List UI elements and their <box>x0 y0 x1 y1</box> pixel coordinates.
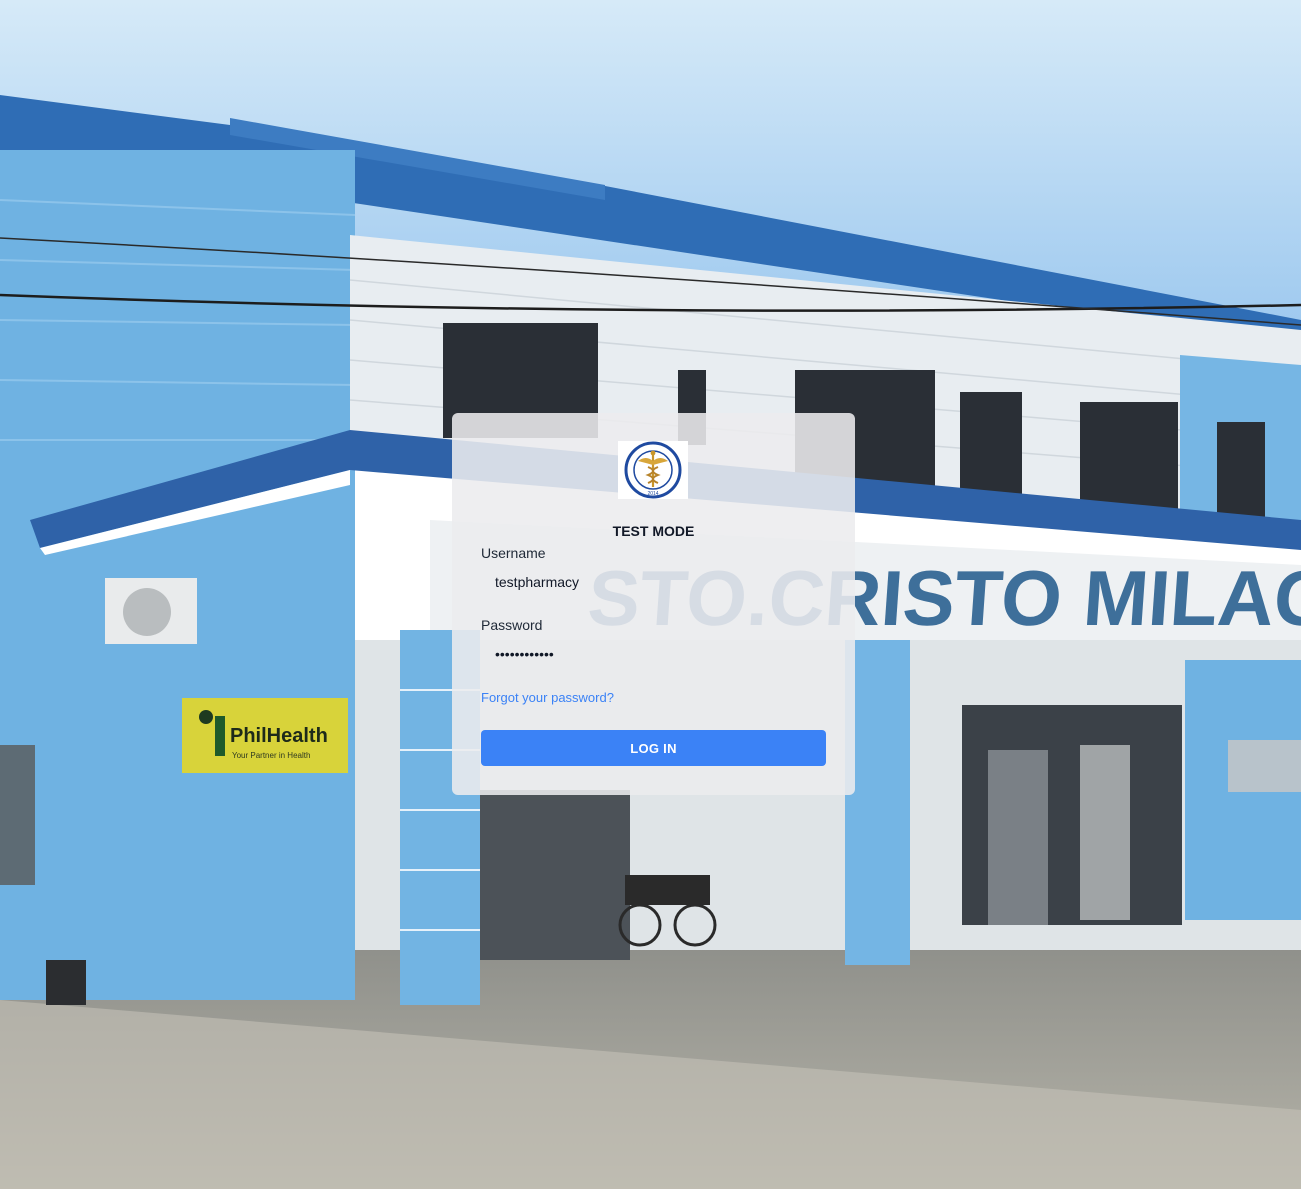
login-card: 2014 TEST MODE Username Password Forgot … <box>452 413 855 795</box>
password-label: Password <box>481 617 543 633</box>
username-label: Username <box>481 545 546 561</box>
forgot-password-link[interactable]: Forgot your password? <box>481 690 614 705</box>
philhealth-sign-subtext: Your Partner in Health <box>232 751 310 760</box>
password-input[interactable] <box>481 641 826 667</box>
test-mode-label: TEST MODE <box>612 523 695 539</box>
login-page: STO.CRISTO MILAGROSO PhilHealth Your Par… <box>0 0 1301 1189</box>
caduceus-seal-icon: 2014 <box>624 441 682 499</box>
username-input[interactable] <box>481 569 826 595</box>
login-button[interactable]: LOG IN <box>481 730 826 766</box>
logo-year: 2014 <box>647 491 658 497</box>
hospital-logo: 2014 <box>618 441 688 499</box>
philhealth-sign-text: PhilHealth <box>230 725 328 747</box>
